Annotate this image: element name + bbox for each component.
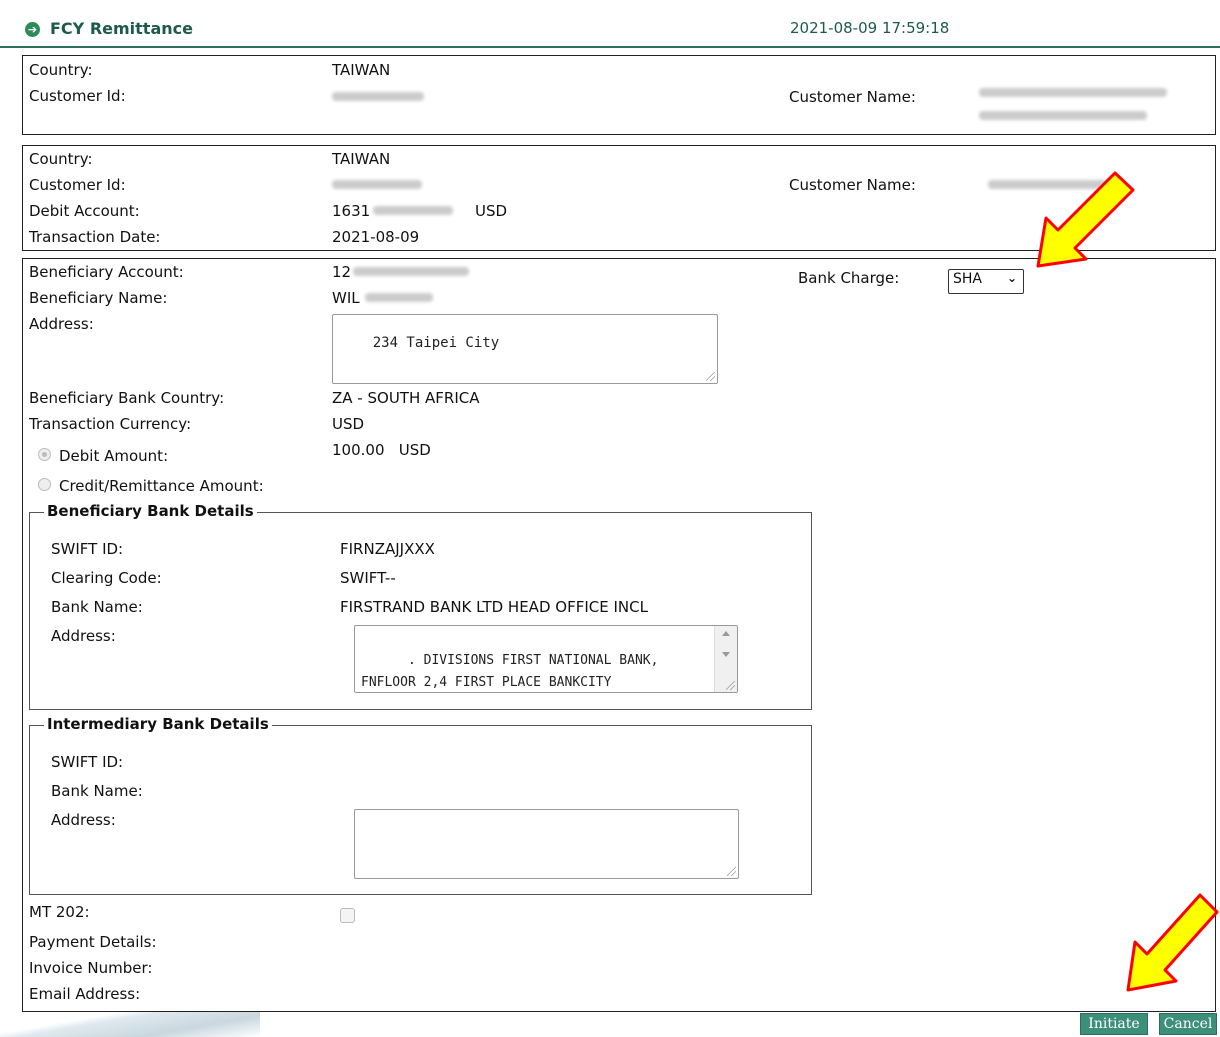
currency-label: Transaction Currency: bbox=[29, 415, 192, 433]
debit-account-label: Debit Account: bbox=[29, 202, 140, 220]
country-value: TAIWAN bbox=[332, 150, 391, 168]
intermediary-bank-legend: Intermediary Bank Details bbox=[44, 715, 272, 733]
country-label: Country: bbox=[29, 150, 93, 168]
beneficiary-address-input[interactable]: 234 Taipei City bbox=[332, 314, 718, 384]
debit-amount-value: 100.00 USD bbox=[332, 441, 431, 459]
transaction-date-label: Transaction Date: bbox=[29, 228, 161, 246]
mt202-label: MT 202: bbox=[29, 903, 90, 921]
payment-details-label: Payment Details: bbox=[29, 933, 157, 951]
swift-id-label: SWIFT ID: bbox=[51, 540, 124, 558]
redacted-customer-name bbox=[979, 88, 1167, 97]
redacted-customer-id bbox=[332, 92, 424, 101]
debit-amount-label: Debit Amount: bbox=[59, 447, 169, 465]
cancel-button[interactable]: Cancel bbox=[1159, 1013, 1217, 1035]
redacted-customer-name-line2 bbox=[979, 111, 1147, 120]
beneficiary-panel: Beneficiary Account: 12 Bank Charge: SHA… bbox=[22, 258, 1216, 1012]
beneficiary-address-label: Address: bbox=[29, 315, 94, 333]
invoice-number-label: Invoice Number: bbox=[29, 959, 153, 977]
customer-id-label: Customer Id: bbox=[29, 176, 126, 194]
resize-handle-icon[interactable] bbox=[706, 372, 715, 381]
mt202-checkbox[interactable] bbox=[340, 908, 355, 923]
redacted-customer-id bbox=[332, 180, 422, 189]
intermediary-address-label: Address: bbox=[51, 811, 116, 829]
intermediary-bank-name-label: Bank Name: bbox=[51, 782, 143, 800]
customer-panel: Country: TAIWAN Customer Id: Customer Na… bbox=[22, 55, 1216, 135]
bank-country-value: ZA - SOUTH AFRICA bbox=[332, 389, 480, 407]
scroll-up-icon[interactable] bbox=[722, 631, 730, 636]
country-label: Country: bbox=[29, 61, 93, 79]
currency-value: USD bbox=[332, 415, 365, 433]
bank-address-text: . DIVISIONS FIRST NATIONAL BANK, FNFLOOR… bbox=[361, 653, 659, 690]
beneficiary-address-text: 234 Taipei City bbox=[372, 335, 500, 351]
intermediary-address-input[interactable] bbox=[354, 809, 739, 879]
debit-account-currency: USD bbox=[475, 202, 508, 220]
chevron-down-icon: ⌄ bbox=[1006, 271, 1017, 285]
page-title: FCY Remittance bbox=[50, 19, 193, 38]
intermediary-bank-fieldset: Intermediary Bank Details SWIFT ID: Bank… bbox=[29, 715, 812, 895]
credit-amount-label: Credit/Remittance Amount: bbox=[59, 477, 264, 495]
beneficiary-name-prefix: WIL bbox=[332, 289, 360, 307]
bank-address-input[interactable]: . DIVISIONS FIRST NATIONAL BANK, FNFLOOR… bbox=[354, 625, 738, 693]
bank-charge-select[interactable]: SHA ⌄ bbox=[948, 269, 1024, 294]
customer-id-label: Customer Id: bbox=[29, 87, 126, 105]
debit-amount-radio[interactable] bbox=[38, 448, 51, 461]
customer-name-label: Customer Name: bbox=[789, 176, 916, 194]
annotation-arrow-icon bbox=[1126, 893, 1219, 992]
initiate-button[interactable]: Initiate bbox=[1080, 1013, 1148, 1035]
bank-country-label: Beneficiary Bank Country: bbox=[29, 389, 225, 407]
redacted-debit-account bbox=[373, 206, 453, 215]
bank-name-label: Bank Name: bbox=[51, 598, 143, 616]
bank-charge-selected: SHA bbox=[953, 271, 982, 287]
bank-name-value: FIRSTRAND BANK LTD HEAD OFFICE INCL bbox=[340, 598, 648, 616]
country-value: TAIWAN bbox=[332, 61, 391, 79]
customer-name-label: Customer Name: bbox=[789, 88, 916, 106]
bank-address-label: Address: bbox=[51, 627, 116, 645]
resize-handle-icon[interactable] bbox=[727, 867, 736, 876]
resize-handle-icon[interactable] bbox=[726, 681, 735, 690]
footer-swoosh bbox=[0, 1012, 260, 1037]
redacted-beneficiary-account bbox=[353, 267, 469, 276]
page-header: ➔ FCY Remittance 2021-08-09 17:59:18 bbox=[0, 0, 1220, 48]
annotation-arrow-icon bbox=[1036, 171, 1135, 268]
credit-amount-radio[interactable] bbox=[38, 478, 51, 491]
beneficiary-account-label: Beneficiary Account: bbox=[29, 263, 184, 281]
transaction-date-value: 2021-08-09 bbox=[332, 228, 420, 246]
clearing-code-value: SWIFT-- bbox=[340, 569, 396, 587]
beneficiary-name-label: Beneficiary Name: bbox=[29, 289, 168, 307]
timestamp: 2021-08-09 17:59:18 bbox=[790, 19, 950, 37]
beneficiary-account-prefix: 12 bbox=[332, 263, 352, 281]
swift-id-value: FIRNZAJJXXX bbox=[340, 540, 435, 558]
redacted-beneficiary-name bbox=[365, 293, 433, 302]
email-address-label: Email Address: bbox=[29, 985, 141, 1003]
beneficiary-bank-fieldset: Beneficiary Bank Details SWIFT ID: FIRNZ… bbox=[29, 502, 812, 710]
arrow-circle-icon: ➔ bbox=[25, 22, 40, 37]
clearing-code-label: Clearing Code: bbox=[51, 569, 162, 587]
debit-account-prefix: 1631 bbox=[332, 202, 371, 220]
intermediary-swift-label: SWIFT ID: bbox=[51, 753, 124, 771]
scroll-down-icon[interactable] bbox=[722, 652, 730, 657]
beneficiary-bank-legend: Beneficiary Bank Details bbox=[44, 502, 257, 520]
bank-charge-label: Bank Charge: bbox=[798, 269, 900, 287]
